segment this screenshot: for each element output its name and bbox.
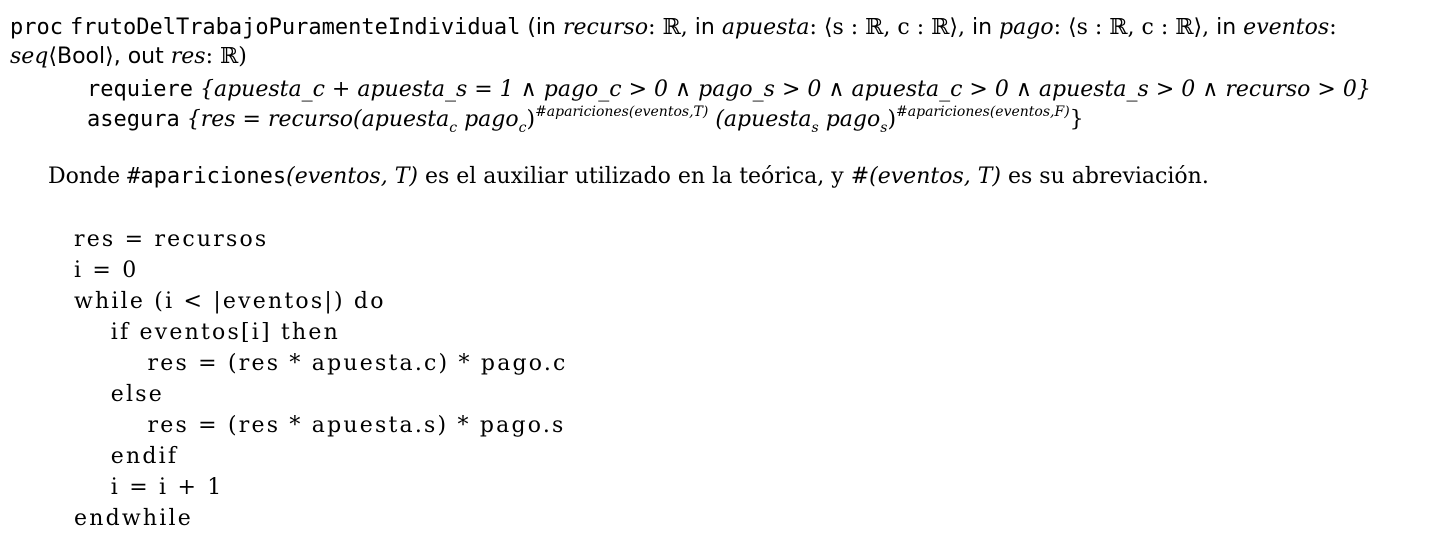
asegura-pago-s: pago: [818, 107, 881, 132]
keyword-in-2: in: [694, 15, 715, 40]
pseudocode-block: res = recursos i = 0 while (i < |eventos…: [74, 224, 568, 534]
keyword-out: out: [127, 44, 164, 69]
note-end: es su abreviación.: [1000, 164, 1209, 189]
asegura-close-1: ): [526, 107, 536, 132]
asegura-sub-c1: c: [449, 120, 458, 136]
param-pago-name: pago: [999, 15, 1054, 40]
param-res-name: res: [170, 44, 206, 69]
code-line: while (i < |eventos|) do: [74, 289, 386, 314]
keyword-in-3: in: [971, 15, 993, 40]
param-eventos-type-seq: seq: [10, 44, 49, 69]
param-apuesta-name: apuesta: [721, 15, 810, 40]
asegura-exponent-true: #apariciones(eventos,T): [535, 104, 709, 120]
asegura-sub-s1: s: [811, 120, 819, 136]
procedure-name: frutoDelTrabajoPuramenteIndividual: [69, 15, 521, 40]
asegura-expression-start: {res = recurso(apuesta: [186, 107, 450, 132]
keyword-requiere: requiere: [87, 77, 193, 102]
code-line: if eventos[i] then: [74, 320, 340, 345]
keyword-proc: proc: [10, 15, 63, 40]
requiere-expression: {apuesta_c + apuesta_s = 1 ∧ pago_c > 0 …: [199, 77, 1371, 102]
note-function-name: #apariciones: [127, 164, 287, 189]
param-eventos-colon: :: [1329, 15, 1337, 40]
requiere-clause: requiere {apuesta_c + apuesta_s = 1 ∧ pa…: [87, 76, 1371, 104]
procedure-signature-continued: seq⟨Bool⟩, out res: ℝ): [10, 43, 247, 71]
keyword-in-4: in: [1216, 15, 1237, 40]
code-line: i = 0: [74, 258, 139, 283]
note-args: (eventos, T): [286, 164, 418, 189]
asegura-clause: asegura {res = recurso(apuestac pagoc)#a…: [87, 104, 1084, 136]
code-line: res = (res * apuesta.s) * pago.s: [74, 413, 566, 438]
param-res-type: : ℝ): [205, 44, 247, 69]
note-middle: es el auxiliar utilizado en la teórica, …: [417, 164, 851, 189]
code-line: else: [74, 382, 164, 407]
code-line: endwhile: [74, 506, 193, 531]
param-eventos-name: eventos: [1243, 15, 1330, 40]
keyword-asegura: asegura: [87, 107, 180, 132]
note-start: Donde: [48, 164, 128, 189]
asegura-sub-s2: s: [880, 120, 888, 136]
keyword-in-1: in: [535, 15, 556, 40]
code-line: res = (res * apuesta.c) * pago.c: [74, 351, 568, 376]
code-line: endif: [74, 444, 179, 469]
param-apuesta-type: : ⟨s : ℝ, c : ℝ⟩,: [809, 15, 965, 40]
asegura-pago-c: pago: [457, 107, 519, 132]
code-line: res = recursos: [74, 227, 269, 252]
asegura-close-2: ): [887, 107, 897, 132]
open-paren: (: [527, 15, 536, 40]
explanatory-note: Donde #apariciones(eventos, T) es el aux…: [48, 164, 1209, 189]
param-eventos-type-rest: ⟨Bool⟩,: [48, 44, 121, 69]
procedure-signature: proc frutoDelTrabajoPuramenteIndividual …: [10, 14, 1337, 42]
param-recurso-type: : ℝ,: [648, 15, 688, 40]
param-pago-type: : ⟨s : ℝ, c : ℝ⟩,: [1053, 15, 1210, 40]
asegura-exponent-false: #apariciones(eventos,F): [896, 104, 1070, 120]
asegura-apuesta-s: (apuesta: [708, 107, 812, 132]
asegura-end-brace: }: [1069, 107, 1084, 132]
note-abbreviation: #(eventos, T): [850, 164, 1001, 189]
code-line: i = i + 1: [74, 475, 224, 500]
asegura-sub-c2: c: [518, 120, 527, 136]
param-recurso-name: recurso: [562, 15, 649, 40]
